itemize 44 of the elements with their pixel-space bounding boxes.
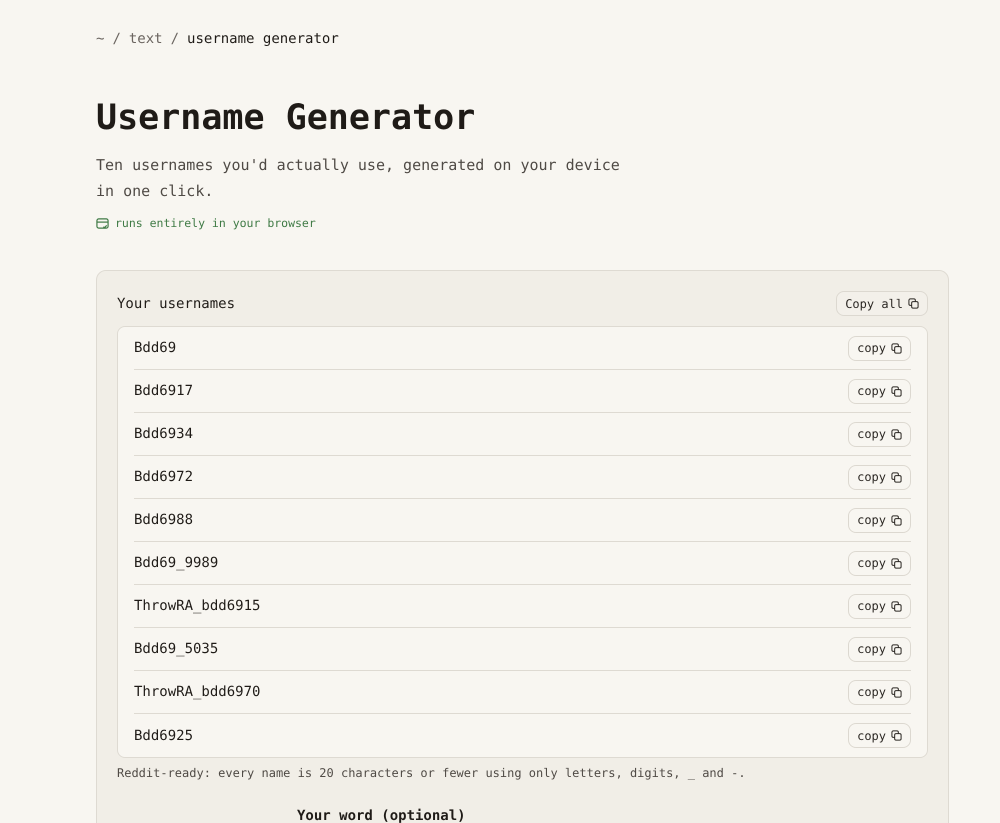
copy-icon [891, 386, 902, 396]
copy-button[interactable]: copy [848, 636, 911, 662]
browser-window-icon [96, 216, 109, 230]
username: Bdd6934 [134, 426, 194, 442]
copy-button[interactable]: copy [848, 550, 911, 576]
copy-icon [891, 730, 902, 741]
breadcrumb-separator: / [112, 31, 121, 47]
copy-button[interactable]: copy [848, 508, 911, 532]
copy-button[interactable]: copy [848, 594, 911, 618]
page-subtitle: Ten usernames you'd actually use, generated on your device in one click. [96, 155, 621, 202]
copy-button[interactable]: copy [848, 464, 911, 490]
copy-button[interactable]: copy [848, 378, 911, 404]
copy-icon [891, 472, 902, 482]
privacy-note: runs entirely in your browser [115, 216, 316, 230]
copy-icon [891, 514, 902, 526]
results-heading: Your usernames [117, 296, 236, 312]
breadcrumb-current: username generator [187, 31, 339, 47]
username: Bdd6988 [134, 512, 194, 528]
breadcrumb-separator: / [170, 31, 180, 47]
username: Bdd69 [134, 340, 176, 356]
page-title: Username Generator [96, 98, 476, 138]
breadcrumb-link[interactable]: text [128, 31, 163, 47]
username: ThrowRA_bdd6915 [134, 598, 260, 614]
username: Bdd6917 [134, 383, 194, 399]
username: Bdd69_9989 [134, 555, 218, 571]
username: Bdd69_5035 [134, 641, 218, 657]
copy-icon [891, 600, 902, 612]
username: Bdd6925 [134, 728, 194, 744]
copy-icon [891, 342, 902, 354]
username: ThrowRA_bdd6970 [134, 684, 260, 700]
username: Bdd6972 [134, 469, 194, 485]
copy-button[interactable]: copy [848, 680, 911, 704]
copy-icon [891, 644, 902, 654]
copy-all-button[interactable]: Copy all [836, 291, 928, 316]
copy-button[interactable]: copy [848, 723, 911, 748]
copy-button[interactable]: copy [848, 422, 911, 446]
word-field-label: Your word (optional) [297, 808, 467, 823]
copy-button[interactable]: copy [848, 336, 911, 360]
copy-icon [891, 558, 902, 568]
copy-icon [891, 686, 902, 698]
copy-icon [891, 428, 902, 440]
breadcrumb-link[interactable]: ~ [96, 31, 104, 47]
copy-icon [908, 298, 919, 309]
rules-note: Reddit-ready: every name is 20 characters or fewer using only letters, digits, _ and -. [117, 766, 747, 780]
